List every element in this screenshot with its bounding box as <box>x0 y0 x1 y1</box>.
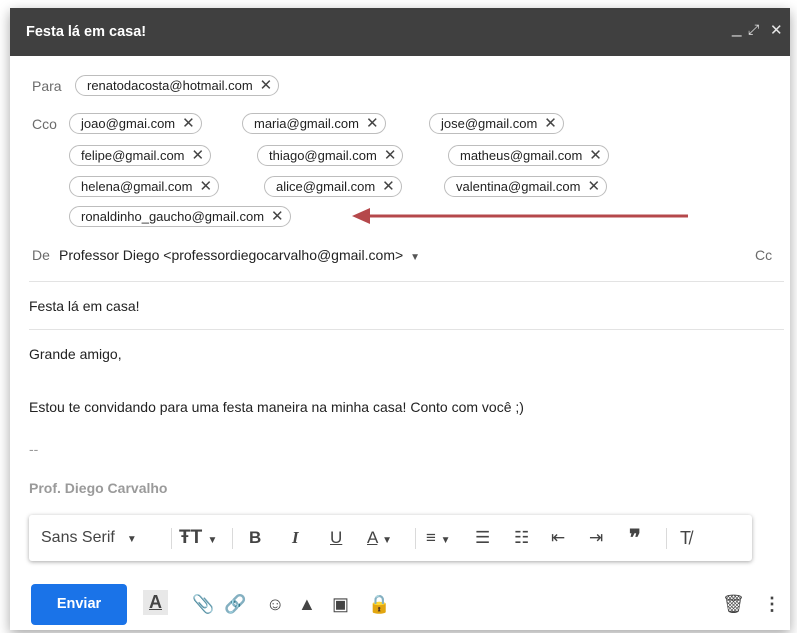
chip-text: valentina@gmail.com <box>456 179 581 194</box>
indent-more-icon[interactable]: ⇥ <box>589 515 603 561</box>
remove-chip-icon[interactable]: ✕ <box>192 147 205 164</box>
delete-icon[interactable]: 🗑 <box>722 594 745 615</box>
dropdown-icon: ▼ <box>410 252 421 263</box>
chip-text: ronaldinho_gaucho@gmail.com <box>81 209 265 224</box>
numbered-list-icon[interactable]: ☰ <box>475 515 490 561</box>
expand-icon[interactable]: ⤢ <box>748 21 759 38</box>
separator <box>666 528 667 549</box>
link-icon[interactable]: 🔗 <box>224 594 246 615</box>
font-size-icon[interactable]: ŦT ▼ <box>179 515 217 561</box>
bcc-recipient-chip[interactable]: helena@gmail.com ✕ <box>69 176 220 197</box>
send-button[interactable]: Enviar <box>31 584 127 625</box>
formatting-toolbar: Sans Serif ▼ ŦT ▼ B I U A ▼ ≡ ▼ ☰ ☷ ⇤ ⇥ ❞… <box>29 515 752 561</box>
underline-icon[interactable]: U <box>330 515 342 561</box>
chip-text: jose@gmail.com <box>441 116 538 131</box>
font-family-select[interactable]: Sans Serif ▼ <box>41 515 137 561</box>
remove-chip-icon[interactable]: ✕ <box>260 77 273 94</box>
chip-text: matheus@gmail.com <box>460 148 583 163</box>
body-greeting[interactable]: Grande amigo, <box>29 346 122 362</box>
bcc-recipient-chip[interactable]: jose@gmail.com ✕ <box>429 113 564 134</box>
bcc-recipient-chip[interactable]: felipe@gmail.com ✕ <box>69 145 212 166</box>
chip-text: joao@gmai.com <box>81 116 176 131</box>
bcc-recipient-chip[interactable]: maria@gmail.com ✕ <box>242 113 386 134</box>
remove-chip-icon[interactable]: ✕ <box>544 115 557 132</box>
remove-chip-icon[interactable]: ✕ <box>587 178 600 195</box>
bcc-recipient-chip[interactable]: ronaldinho_gaucho@gmail.com ✕ <box>69 206 291 227</box>
to-label: Para <box>32 78 62 94</box>
from-value: Professor Diego <professordiegocarvalho@… <box>59 247 404 263</box>
emoji-icon[interactable]: ☺ <box>266 594 284 615</box>
chip-text: maria@gmail.com <box>254 116 359 131</box>
annotation-arrow <box>352 208 688 224</box>
font-family-value: Sans Serif <box>41 529 115 546</box>
signature-separator: -- <box>29 441 39 457</box>
bcc-recipient-chip[interactable]: alice@gmail.com ✕ <box>264 176 402 197</box>
compose-window: Festa lá em casa! _ ⤢ ✕ Para renatodacos… <box>10 8 790 630</box>
chip-text: alice@gmail.com <box>276 179 376 194</box>
dropdown-icon: ▼ <box>126 534 137 545</box>
separator <box>232 528 233 549</box>
confidential-mode-icon[interactable]: 🔒 <box>368 594 390 615</box>
bcc-recipient-chip[interactable]: valentina@gmail.com ✕ <box>444 176 608 197</box>
chip-text: thiago@gmail.com <box>269 148 377 163</box>
remove-chip-icon[interactable]: ✕ <box>182 115 195 132</box>
align-icon[interactable]: ≡ ▼ <box>426 515 451 561</box>
divider <box>29 281 784 282</box>
italic-icon[interactable]: I <box>292 515 299 561</box>
remove-chip-icon[interactable]: ✕ <box>271 208 284 225</box>
divider <box>29 329 784 330</box>
bold-icon[interactable]: B <box>249 515 261 561</box>
indent-less-icon[interactable]: ⇤ <box>551 515 565 561</box>
text-color-icon[interactable]: A ▼ <box>367 515 392 561</box>
close-icon[interactable]: ✕ <box>770 21 783 39</box>
to-recipient-chip[interactable]: renatodacosta@hotmail.com ✕ <box>75 75 280 96</box>
bcc-label: Cco <box>32 116 57 132</box>
chip-text: felipe@gmail.com <box>81 148 185 163</box>
from-selector[interactable]: Professor Diego <professordiegocarvalho@… <box>59 247 420 263</box>
attach-icon[interactable]: 📎 <box>192 594 214 615</box>
subject-field[interactable]: Festa lá em casa! <box>29 298 140 314</box>
drive-icon[interactable]: ▲ <box>298 594 316 615</box>
cc-link[interactable]: Cc <box>755 247 772 263</box>
from-label: De <box>32 247 50 263</box>
remove-chip-icon[interactable]: ✕ <box>384 147 397 164</box>
body-text[interactable]: Estou te convidando para uma festa manei… <box>29 399 524 415</box>
minimize-icon[interactable]: _ <box>732 18 741 38</box>
bulleted-list-icon[interactable]: ☷ <box>514 515 529 561</box>
title-bar[interactable]: Festa lá em casa! _ ⤢ ✕ <box>10 8 790 56</box>
bcc-recipient-chip[interactable]: thiago@gmail.com ✕ <box>257 145 404 166</box>
remove-chip-icon[interactable]: ✕ <box>199 178 212 195</box>
remove-chip-icon[interactable]: ✕ <box>589 147 602 164</box>
chip-text: renatodacosta@hotmail.com <box>87 78 253 93</box>
window-title: Festa lá em casa! <box>26 24 147 40</box>
remove-chip-icon[interactable]: ✕ <box>382 178 395 195</box>
bcc-recipient-chip[interactable]: matheus@gmail.com ✕ <box>448 145 609 166</box>
signature: Prof. Diego Carvalho <box>29 480 168 496</box>
separator <box>171 528 172 549</box>
quote-icon[interactable]: ❞ <box>629 515 641 561</box>
remove-chip-icon[interactable]: ✕ <box>366 115 379 132</box>
photo-icon[interactable]: ▣ <box>332 594 349 615</box>
chip-text: helena@gmail.com <box>81 179 193 194</box>
remove-formatting-icon[interactable]: T̸ <box>680 515 691 561</box>
formatting-options-icon[interactable]: A <box>143 590 168 615</box>
separator <box>415 528 416 549</box>
bcc-recipient-chip[interactable]: joao@gmai.com ✕ <box>69 113 202 134</box>
more-options-icon[interactable]: ⋮ <box>763 594 781 615</box>
